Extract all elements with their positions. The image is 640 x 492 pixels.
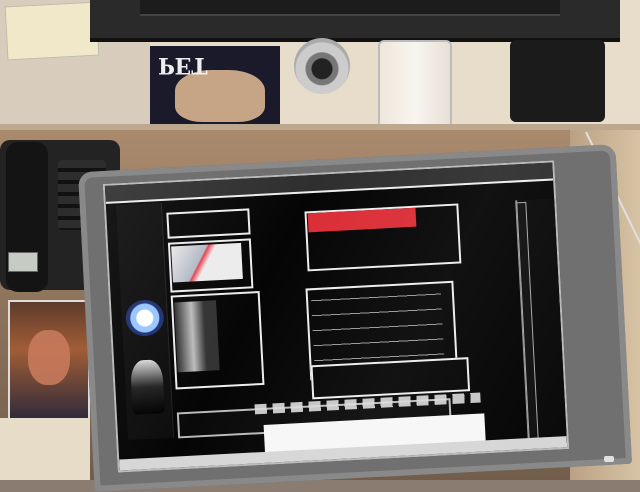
glass-object [378,40,452,129]
monitor-screen [102,160,570,473]
article-photo [174,300,220,373]
monitor-led [604,456,614,462]
poster-title: PET [158,52,208,78]
nav-box [166,208,251,239]
text-lines [310,286,445,366]
top-screen-strip [140,0,560,16]
phone-screen [8,252,38,272]
photo-scene: PET [0,0,640,492]
photo-figure [28,330,70,385]
comic-thumbnail [171,242,243,283]
black-device [510,40,605,122]
camera-icon [294,38,350,94]
website-content [166,181,570,459]
bottom-note [0,418,90,480]
left-figure-image [130,359,165,415]
pinned-note-top [4,1,100,61]
